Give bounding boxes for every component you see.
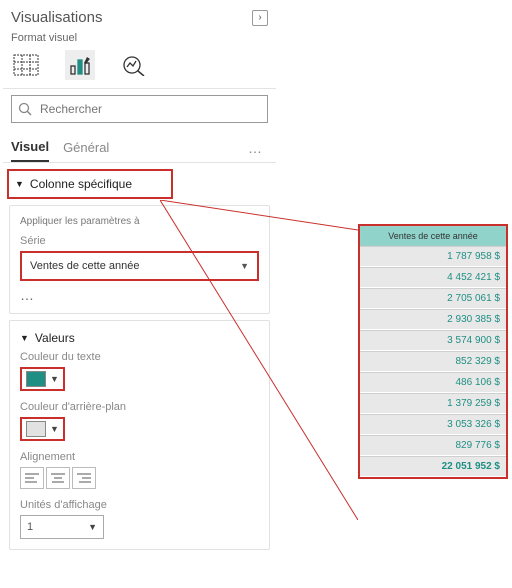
preview-row: 22 051 952 $ <box>360 456 506 477</box>
preview-row: 1 379 259 $ <box>360 393 506 414</box>
chevron-down-icon: ▼ <box>15 179 24 189</box>
grid-format-icon[interactable] <box>11 50 41 80</box>
preview-row: 4 452 421 $ <box>360 267 506 288</box>
chevron-down-icon: ▼ <box>88 522 97 532</box>
units-select[interactable]: 1 ▼ <box>20 515 104 539</box>
chevron-down-icon: ▼ <box>50 374 59 384</box>
preview-row: 2 705 061 $ <box>360 288 506 309</box>
align-left-button[interactable] <box>20 467 44 489</box>
tabs-more-button[interactable]: … <box>248 140 268 156</box>
preview-row: 829 776 $ <box>360 435 506 456</box>
preview-row: 3 574 900 $ <box>360 330 506 351</box>
preview-row: 852 329 $ <box>360 351 506 372</box>
tab-general[interactable]: Général <box>63 134 109 161</box>
preview-row: 2 930 385 $ <box>360 309 506 330</box>
values-title: Valeurs <box>35 331 75 345</box>
apply-more-button[interactable]: … <box>20 287 36 303</box>
preview-row: 486 106 $ <box>360 372 506 393</box>
search-icon <box>18 102 32 116</box>
preview-header: Ventes de cette année <box>360 226 506 246</box>
preview-table: Ventes de cette année 1 787 958 $4 452 4… <box>358 224 508 479</box>
panel-title: Visualisations <box>11 9 102 26</box>
preview-row: 1 787 958 $ <box>360 246 506 267</box>
analytics-icon[interactable] <box>119 50 149 80</box>
text-color-picker[interactable]: ▼ <box>20 367 65 391</box>
units-value: 1 <box>27 521 33 533</box>
column-format-icon[interactable] <box>65 50 95 80</box>
search-field[interactable] <box>38 101 261 117</box>
callout-line <box>160 200 358 530</box>
preview-row: 3 053 326 $ <box>360 414 506 435</box>
bg-color-picker[interactable]: ▼ <box>20 417 65 441</box>
align-right-button[interactable] <box>72 467 96 489</box>
bg-color-swatch <box>26 421 46 437</box>
align-center-button[interactable] <box>46 467 70 489</box>
tab-visual[interactable]: Visuel <box>11 133 49 162</box>
text-color-swatch <box>26 371 46 387</box>
specific-column-expander[interactable]: ▼ Colonne spécifique <box>7 169 173 199</box>
collapse-panel-button[interactable]: › <box>252 10 268 26</box>
search-input[interactable] <box>11 95 268 123</box>
specific-column-label: Colonne spécifique <box>30 177 132 191</box>
series-value: Ventes de cette année <box>30 260 139 272</box>
chevron-down-icon: ▼ <box>50 424 59 434</box>
section-subtitle: Format visuel <box>3 32 276 48</box>
chevron-down-icon: ▼ <box>20 333 29 343</box>
